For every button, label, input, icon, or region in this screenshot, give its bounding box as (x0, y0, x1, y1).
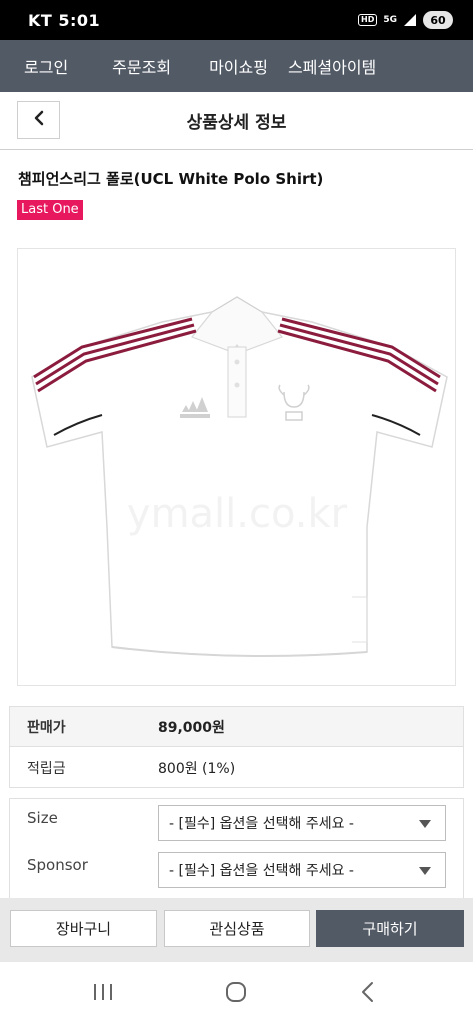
options-section: Size - [필수] 옵션을 선택해 주세요 - Sponsor - [필수]… (9, 798, 464, 908)
svg-text:ymall.co.kr: ymall.co.kr (126, 491, 347, 537)
recent-apps-icon[interactable] (92, 980, 114, 1008)
sponsor-select-value: - [필수] 옵션을 선택해 주세요 - (169, 863, 354, 879)
points-value: 800원 (1%) (158, 761, 236, 777)
signal-icon (403, 13, 417, 27)
price-table: 판매가 89,000원 적립금 800원 (1%) (9, 706, 464, 788)
battery-icon: 60 (423, 11, 453, 29)
carrier-time: KT 5:01 (28, 10, 101, 30)
add-to-cart-button[interactable]: 장바구니 (10, 910, 157, 947)
size-option-label: Size (27, 809, 58, 827)
sale-price-label: 판매가 (27, 719, 66, 736)
nav-login[interactable]: 로그인 (24, 54, 68, 78)
points-label: 적립금 (27, 761, 66, 777)
polo-shirt-image: ymall.co.kr (30, 296, 448, 657)
home-icon[interactable] (224, 980, 248, 1008)
chevron-down-icon (419, 820, 431, 828)
page-title: 상품상세 정보 (186, 113, 287, 133)
product-name: 챔피언스리그 폴로(UCL White Polo Shirt) (18, 170, 324, 188)
system-nav-bar (0, 962, 473, 1024)
sale-price-row: 판매가 89,000원 (10, 707, 463, 747)
points-row: 적립금 800원 (1%) (10, 748, 463, 788)
hd-icon: HD (358, 14, 378, 26)
page-header: 상품상세 정보 (0, 92, 473, 150)
nav-order-lookup[interactable]: 주문조회 (112, 54, 171, 78)
network-5g-icon: 5G (383, 14, 397, 25)
sale-price-value: 89,000원 (158, 719, 225, 736)
last-one-badge: Last One (17, 200, 83, 220)
back-button[interactable] (17, 101, 60, 139)
product-image[interactable]: ymall.co.kr (17, 248, 456, 686)
status-bar: KT 5:01 HD 5G 60 (0, 0, 473, 40)
buy-button[interactable]: 구매하기 (316, 910, 464, 947)
chevron-down-icon (419, 867, 431, 875)
action-bar: 장바구니 관심상품 구매하기 (0, 898, 473, 962)
size-select-value: - [필수] 옵션을 선택해 주세요 - (169, 816, 354, 832)
sponsor-select[interactable]: - [필수] 옵션을 선택해 주세요 - (158, 852, 446, 888)
nav-my-shopping[interactable]: 마이쇼핑 (209, 54, 268, 78)
chevron-left-icon (32, 110, 46, 130)
wishlist-button[interactable]: 관심상품 (164, 910, 310, 947)
top-nav: 로그인 주문조회 마이쇼핑 스페셜아이템 (0, 40, 473, 92)
back-icon[interactable] (358, 980, 378, 1008)
sponsor-option-label: Sponsor (27, 856, 88, 874)
size-select[interactable]: - [필수] 옵션을 선택해 주세요 - (158, 805, 446, 841)
nav-special-items[interactable]: 스페셜아이템 (288, 54, 376, 78)
